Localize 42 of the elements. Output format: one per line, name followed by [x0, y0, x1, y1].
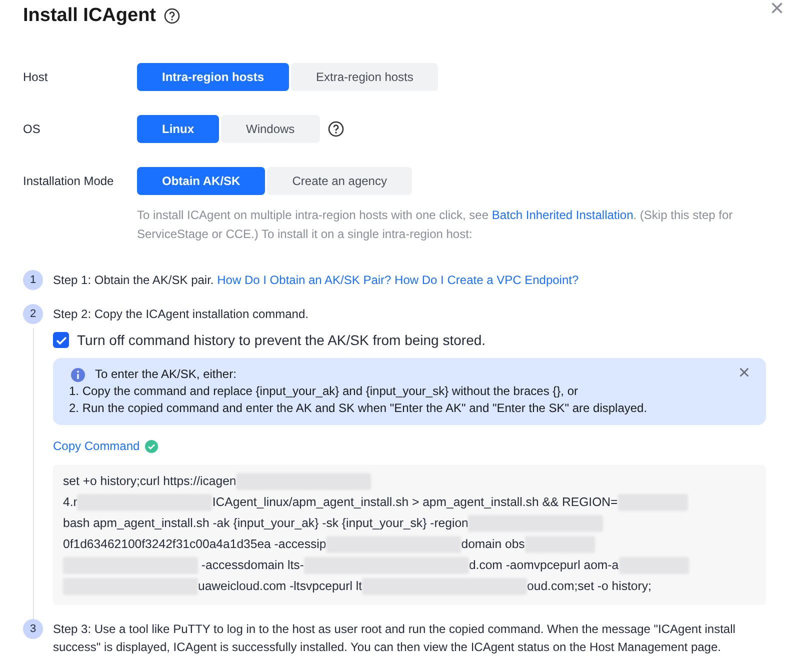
copy-command-link[interactable]: Copy Command [53, 437, 140, 455]
command-text: oud.com;set -o history; [527, 578, 652, 595]
help-icon[interactable] [164, 8, 180, 24]
dialog-title: Install ICAgent [23, 5, 156, 27]
step-text: Step 2: Copy the ICAgent installation command. [53, 306, 310, 323]
checkbox-label: Turn off command history to prevent the AK/SK from being stored. [77, 331, 486, 349]
check-icon [56, 336, 66, 344]
segment-button[interactable]: Windows [221, 115, 320, 143]
command-text: 0f1d63462100f3242f31c00a4a1d35ea -accessip [63, 536, 326, 553]
batch-installation-link[interactable]: Batch Inherited Installation [492, 208, 634, 222]
description-text: To install ICAgent on multiple intra-region hosts with one click, see Batch Inherited Installation. (Skip this step for ServiceStage or CCE.) To install it on a single intra-region host: [137, 207, 734, 243]
command-text: domain obs [461, 536, 525, 553]
notice-line: 2. Run the copied command and enter the AK and SK when "Enter the AK" and "Enter the SK" are displayed. [69, 400, 648, 417]
help-icon[interactable] [328, 121, 344, 137]
info-icon [71, 368, 85, 382]
command-text: d.com -aomvpcepurl aom-a [468, 557, 619, 574]
step-text: Step 1: Obtain the AK/SK pair. How Do I Obtain an AK/SK Pair? How Do I Create a VPC Endpoint? [53, 272, 580, 289]
form-label: Installation Mode [23, 174, 115, 188]
segment-button[interactable]: Obtain AK/SK [137, 167, 266, 195]
command-text: set +o history;curl https://icagen [63, 473, 236, 490]
step-number: 2 [23, 304, 43, 324]
notice-line: 1. Copy the command and replace {input_your_ak} and {input_your_sk} without the braces {}, or [69, 383, 580, 400]
command-text: ICAgent_linux/apm_agent_install.sh > apm_agent_install.sh && REGION= [212, 494, 618, 511]
close-icon[interactable]: × [738, 364, 750, 382]
form-label: OS [23, 122, 42, 136]
command-text: 4.r [63, 494, 78, 511]
segment-button[interactable]: Linux [137, 115, 219, 143]
command-text: uaweicloud.com -ltsvpcepurl lt [198, 578, 362, 595]
step-text: Step 3: Use a tool like PuTTY to log in to the host as user root and run the copied command. When the message "ICAgent install success" is displayed, ICAgent is successfully installed. You can then view the ICAgent status on the Host Management page. [53, 621, 736, 656]
segment-button[interactable]: Intra-region hosts [137, 63, 290, 91]
form-label: Host [23, 70, 49, 84]
help-link[interactable]: How Do I Obtain an AK/SK Pair? How Do I Create a VPC Endpoint? [217, 273, 579, 287]
step-number: 3 [23, 619, 43, 639]
close-icon[interactable]: × [770, 0, 784, 21]
command-text: bash apm_agent_install.sh -ak {input_your_ak} -sk {input_your_sk} -region [63, 515, 468, 532]
checkbox[interactable] [53, 332, 69, 348]
segment-button[interactable]: Extra-region hosts [291, 63, 438, 91]
check-circle-icon [144, 440, 158, 452]
step-number: 1 [23, 270, 43, 290]
notice-title: To enter the AK/SK, either: [95, 366, 236, 383]
command-text: -accessdomain lts- [200, 557, 304, 574]
segment-button[interactable]: Create an agency [267, 167, 412, 195]
